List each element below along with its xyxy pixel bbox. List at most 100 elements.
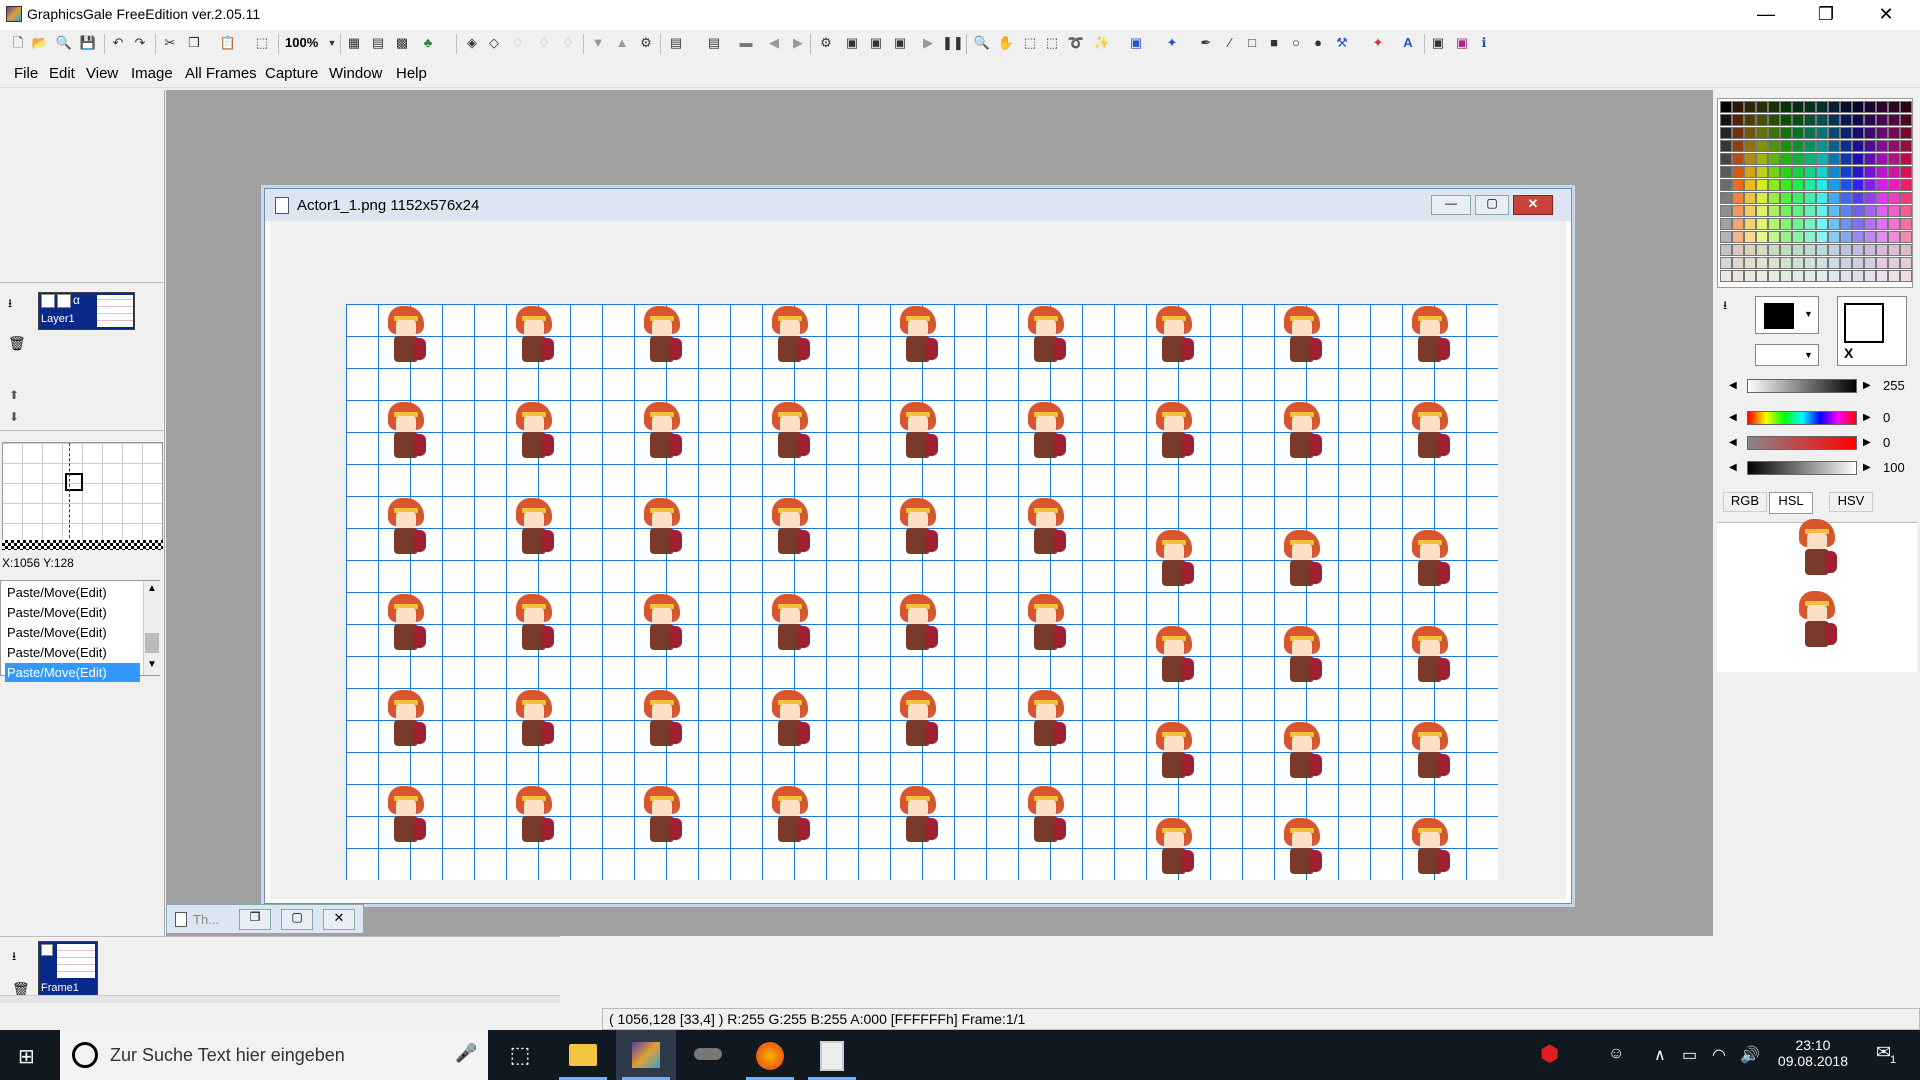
palette-swatch[interactable]: [1720, 179, 1732, 191]
ellipse-icon[interactable]: ○: [1286, 33, 1306, 53]
palette-swatch[interactable]: [1720, 231, 1732, 243]
palette-swatch[interactable]: [1876, 192, 1888, 204]
palette-swatch[interactable]: [1756, 127, 1768, 139]
palette-grid[interactable]: [1717, 98, 1913, 288]
palette-swatch[interactable]: [1768, 153, 1780, 165]
palette-swatch[interactable]: [1792, 205, 1804, 217]
next-frame-button[interactable]: ▶: [788, 33, 808, 53]
palette-swatch[interactable]: [1756, 140, 1768, 152]
fill-tool-button[interactable]: ◈: [462, 33, 482, 53]
palette-swatch[interactable]: [1828, 205, 1840, 217]
lasso-icon[interactable]: ➰: [1066, 33, 1086, 53]
palette-swatch[interactable]: [1756, 153, 1768, 165]
palette-swatch[interactable]: [1900, 257, 1912, 269]
palette-swatch[interactable]: [1816, 192, 1828, 204]
palette-swatch[interactable]: [1744, 270, 1756, 282]
palette-swatch[interactable]: [1852, 166, 1864, 178]
palette-swatch[interactable]: [1756, 101, 1768, 113]
palette-swatch[interactable]: [1768, 270, 1780, 282]
palette-swatch[interactable]: [1756, 244, 1768, 256]
guide-grid-button[interactable]: ▩: [392, 33, 412, 53]
palette-swatch[interactable]: [1732, 192, 1744, 204]
palette-swatch[interactable]: [1816, 270, 1828, 282]
palette-swatch[interactable]: [1828, 218, 1840, 230]
palette-swatch[interactable]: [1756, 218, 1768, 230]
palette-swatch[interactable]: [1828, 244, 1840, 256]
palette-swatch[interactable]: [1780, 140, 1792, 152]
palette-swatch[interactable]: [1876, 244, 1888, 256]
palette-swatch[interactable]: [1816, 257, 1828, 269]
palette-swatch[interactable]: [1804, 166, 1816, 178]
zoom-level[interactable]: 100%: [285, 35, 318, 50]
trash-icon[interactable]: 🗑: [8, 335, 26, 352]
history-scrollbar[interactable]: ▲ ▼: [143, 581, 160, 675]
palette-swatch[interactable]: [1900, 179, 1912, 191]
palette-swatch[interactable]: [1900, 218, 1912, 230]
taskbar-firefox[interactable]: [740, 1030, 800, 1080]
palette-swatch[interactable]: [1768, 101, 1780, 113]
lighten-button[interactable]: ♢: [508, 33, 528, 53]
palette-swatch[interactable]: [1888, 192, 1900, 204]
filled-ellipse-icon[interactable]: ●: [1308, 33, 1328, 53]
slider-right-icon[interactable]: ▶: [1863, 412, 1871, 423]
fill-bucket-icon[interactable]: ⚒: [1332, 33, 1352, 53]
blend-button[interactable]: ♢: [558, 33, 578, 53]
palette-swatch[interactable]: [1744, 140, 1756, 152]
palette-swatch[interactable]: [1852, 127, 1864, 139]
palette-swatch[interactable]: [1864, 127, 1876, 139]
primary-color[interactable]: [1844, 303, 1884, 343]
palette-swatch[interactable]: [1816, 101, 1828, 113]
palette-swatch[interactable]: [1768, 140, 1780, 152]
taskbar-explorer[interactable]: [553, 1030, 613, 1080]
palette-swatch[interactable]: [1864, 140, 1876, 152]
frame-item[interactable]: Frame1: [38, 941, 98, 997]
palette-swatch[interactable]: [1804, 270, 1816, 282]
palette-swatch[interactable]: [1840, 257, 1852, 269]
windows-start-icon[interactable]: ⊞: [18, 1044, 40, 1068]
taskbar-app[interactable]: [678, 1030, 738, 1080]
lock-icon[interactable]: [57, 294, 71, 308]
palette-swatch[interactable]: [1744, 205, 1756, 217]
doc-minimize-button[interactable]: ―: [1431, 195, 1471, 215]
arrow-down-icon[interactable]: ▼: [588, 33, 608, 53]
palette-swatch[interactable]: [1804, 257, 1816, 269]
color-mode-icon[interactable]: ▣: [1452, 33, 1472, 53]
palette-swatch[interactable]: [1756, 231, 1768, 243]
palette-swatch[interactable]: [1852, 179, 1864, 191]
palette-swatch[interactable]: [1744, 192, 1756, 204]
palette-swatch[interactable]: [1744, 101, 1756, 113]
palette-swatch[interactable]: [1828, 101, 1840, 113]
lightness-slider[interactable]: [1747, 379, 1857, 393]
palette-swatch[interactable]: [1780, 218, 1792, 230]
palette-swatch[interactable]: [1816, 231, 1828, 243]
palette-swatch[interactable]: [1804, 205, 1816, 217]
palette-swatch[interactable]: [1852, 231, 1864, 243]
palette-swatch[interactable]: [1732, 257, 1744, 269]
doc-maximize-button[interactable]: ▢: [1475, 195, 1509, 215]
palette-swatch[interactable]: [1888, 218, 1900, 230]
tab-hsv[interactable]: HSV: [1829, 492, 1873, 512]
navigator-viewport[interactable]: [65, 473, 83, 491]
palette-swatch[interactable]: [1852, 270, 1864, 282]
palette-swatch[interactable]: [1840, 270, 1852, 282]
palette-swatch[interactable]: [1876, 114, 1888, 126]
slider-left-icon[interactable]: ◀: [1729, 412, 1737, 423]
palette-swatch[interactable]: [1840, 127, 1852, 139]
play-icon[interactable]: ▶: [918, 33, 938, 53]
task-view-icon[interactable]: ⬚: [490, 1030, 550, 1080]
preview-button[interactable]: 🔍: [54, 33, 74, 53]
palette-swatch[interactable]: [1732, 179, 1744, 191]
scroll-down-icon[interactable]: ▼: [147, 659, 157, 670]
palette-swatch[interactable]: [1876, 153, 1888, 165]
security-tray-icon[interactable]: ⬢: [1540, 1041, 1559, 1067]
hue-slider[interactable]: [1747, 411, 1857, 425]
palette-swatch[interactable]: [1828, 166, 1840, 178]
slider-left-icon[interactable]: ◀: [1729, 462, 1737, 473]
menu-window[interactable]: Window: [329, 65, 382, 82]
clock[interactable]: 23:10 09.08.2018: [1778, 1037, 1848, 1069]
line-icon[interactable]: ∕: [1220, 33, 1240, 53]
palette-swatch[interactable]: [1780, 166, 1792, 178]
frame-add-button[interactable]: ▤: [666, 33, 686, 53]
window-mode-icon[interactable]: ▣: [1428, 33, 1448, 53]
palette-swatch[interactable]: [1864, 114, 1876, 126]
